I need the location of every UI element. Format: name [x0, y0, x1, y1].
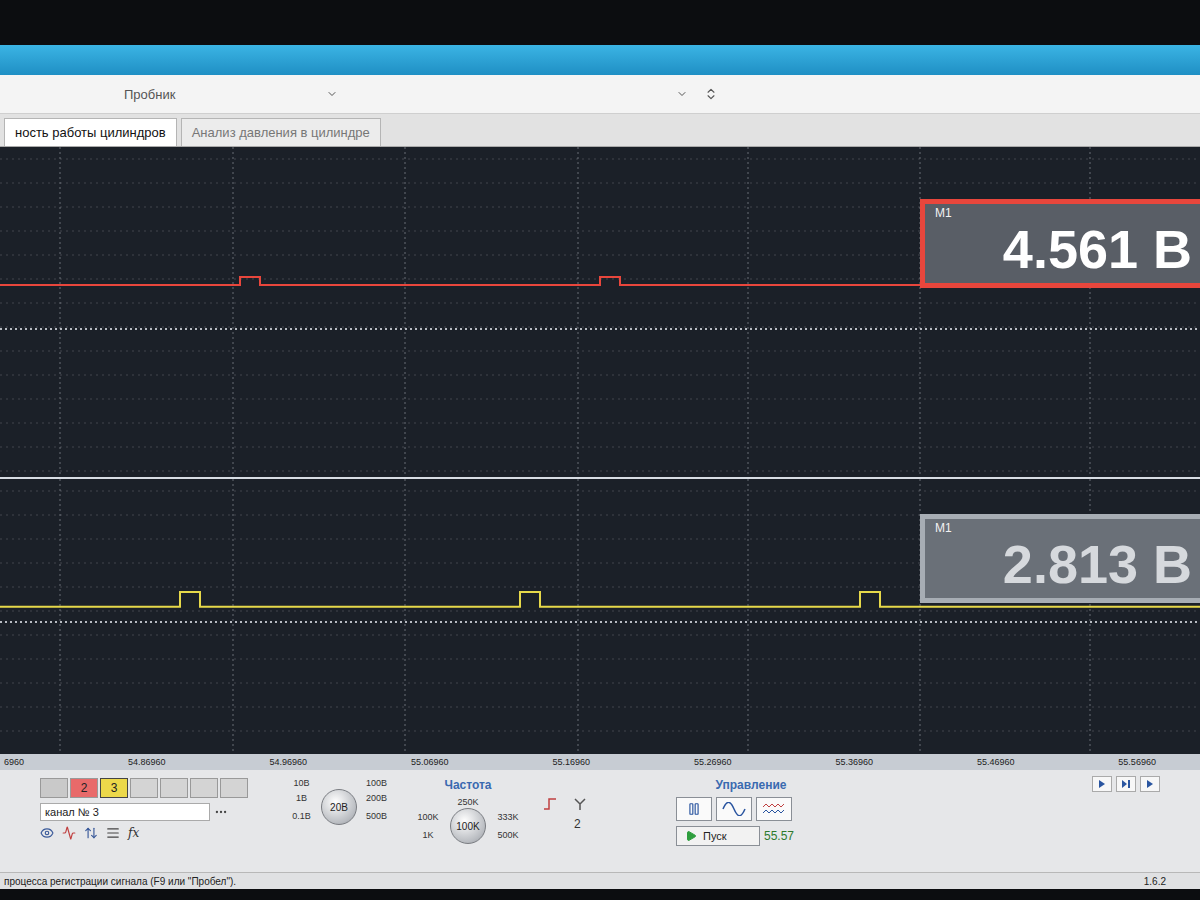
- channel-button[interactable]: [40, 778, 68, 798]
- run-group: Управление Пуск 55.57: [676, 778, 826, 846]
- knob-tick: 250K: [457, 797, 478, 807]
- probe-label: Пробник: [124, 87, 175, 102]
- end-button[interactable]: [1116, 776, 1136, 792]
- knob-tick: 200В: [366, 793, 387, 803]
- control-title: Управление: [676, 778, 826, 792]
- monitor-bezel: [0, 0, 1200, 45]
- marker-label: M1: [935, 206, 1192, 220]
- tab[interactable]: Анализ давления в цилиндре: [181, 118, 381, 146]
- recorder-button[interactable]: [756, 797, 792, 821]
- axis-tick: 6960: [4, 757, 24, 767]
- more-icon[interactable]: [214, 805, 228, 819]
- channel-button[interactable]: [130, 778, 158, 798]
- knob-tick: 333K: [497, 812, 518, 822]
- axis-tick: 55.56960: [1118, 757, 1156, 767]
- trigger-group: 2: [542, 778, 662, 831]
- channel-button[interactable]: 2: [70, 778, 98, 798]
- pause-icon: [687, 802, 701, 816]
- knob-face[interactable]: 100K: [450, 808, 486, 844]
- value-readout: M14.561 В: [920, 199, 1200, 288]
- channel-select[interactable]: канал № 3: [40, 803, 210, 821]
- scroll-buttons: [1092, 776, 1160, 792]
- knob-tick: 1K: [422, 830, 433, 840]
- channel-group: 23 канал № 3 fx: [40, 778, 270, 840]
- control-panel: 23канал № 3fx10В100В1В200В0.1В500В20ВЧас…: [0, 770, 1200, 872]
- value-readout: M12.813 В: [920, 514, 1200, 603]
- axis-tick: 54.86960: [128, 757, 166, 767]
- knob-tick: 500K: [497, 830, 518, 840]
- formula-button[interactable]: fx: [128, 826, 139, 840]
- channel-button[interactable]: [160, 778, 188, 798]
- tool-icons: fx: [40, 826, 270, 840]
- knob-tick: 10В: [293, 778, 309, 788]
- axis-tick: 54.96960: [269, 757, 307, 767]
- knob-tick: 100K: [417, 812, 438, 822]
- trigger-edge-icon[interactable]: [542, 796, 558, 812]
- forward-button[interactable]: [1140, 776, 1160, 792]
- axis-tick: 55.26960: [694, 757, 732, 767]
- knob[interactable]: 250K100K333K1K500K100K: [408, 797, 528, 844]
- channel-button[interactable]: [220, 778, 248, 798]
- play-icon: [1146, 780, 1154, 788]
- eye-icon[interactable]: [40, 826, 54, 840]
- frequency-group: Частота250K100K333K1K500K100K: [408, 778, 528, 844]
- grid: [0, 479, 1200, 754]
- channel-button[interactable]: 3: [100, 778, 128, 798]
- axis-tick: 55.06960: [411, 757, 449, 767]
- waveform-chart: [0, 147, 1200, 477]
- status-text: процесса регистрации сигнала (F9 или "Пр…: [4, 876, 236, 887]
- wave-icon[interactable]: [62, 826, 76, 840]
- time-axis: 6960 54.86960 54.96960 55.06960 55.16960 55.2…: [0, 754, 1200, 770]
- channel-panel: M12.813 В: [0, 479, 1200, 754]
- channel-button[interactable]: [190, 778, 218, 798]
- tab-bar: ность работы цилиндровАнализ давления в …: [0, 114, 1200, 147]
- channel-buttons: 23: [40, 778, 270, 798]
- monitor-bezel: [0, 889, 1200, 900]
- reading: 2.813 В: [935, 535, 1192, 594]
- knob-tick: 1В: [296, 793, 307, 803]
- axis-tick: 55.16960: [552, 757, 590, 767]
- channel-separator: [0, 477, 1200, 479]
- title-bar: [0, 45, 1200, 75]
- grid: [0, 147, 1200, 477]
- pause-button[interactable]: [676, 797, 712, 821]
- play-icon: [1098, 780, 1106, 788]
- play-icon: [685, 830, 697, 842]
- probe-dropdown[interactable]: Пробник: [4, 82, 344, 106]
- start-button[interactable]: Пуск: [676, 826, 760, 846]
- step-button[interactable]: [1092, 776, 1112, 792]
- multiwave-icon: [762, 802, 786, 816]
- skip-icon: [1121, 780, 1131, 788]
- mode-dropdown[interactable]: [354, 82, 694, 106]
- elapsed-time: 55.57: [764, 829, 794, 843]
- knob-tick: 500В: [366, 811, 387, 821]
- sine-button[interactable]: [716, 797, 752, 821]
- knob-tick: 100В: [366, 778, 387, 788]
- version: 1.6.2: [1144, 876, 1166, 887]
- reading: 4.561 В: [935, 220, 1192, 279]
- knob-tick: 0.1В: [292, 811, 311, 821]
- arrows-icon[interactable]: [84, 826, 98, 840]
- sine-icon: [722, 802, 746, 816]
- knob-face[interactable]: 20В: [321, 789, 357, 825]
- marker-label: M1: [935, 521, 1192, 535]
- chevron-icon: [326, 88, 338, 100]
- chevron-icon: [676, 88, 688, 100]
- tab[interactable]: ность работы цилиндров: [4, 118, 177, 146]
- axis-tick: 55.36960: [835, 757, 873, 767]
- trigger-mode-icon[interactable]: [572, 796, 588, 812]
- spin-icon[interactable]: [704, 87, 718, 101]
- toolbar: Пробник: [0, 75, 1200, 114]
- scale-group: 10В 100В 1В 200В 0.1В 500В 20В: [284, 778, 394, 825]
- status-bar: процесса регистрации сигнала (F9 или "Пр…: [0, 872, 1200, 889]
- screen: Пробник ность работы цилиндровАнализ давл…: [0, 0, 1200, 900]
- frequency-title: Частота: [408, 778, 528, 792]
- oscilloscope: M14.561 ВM12.813 В: [0, 147, 1200, 754]
- lines-icon[interactable]: [106, 826, 120, 840]
- knob[interactable]: 10В 100В 1В 200В 0.1В 500В 20В: [284, 778, 394, 825]
- axis-tick: 55.46960: [977, 757, 1015, 767]
- trigger-level: 2: [542, 817, 662, 831]
- channel-panel: M14.561 В: [0, 147, 1200, 477]
